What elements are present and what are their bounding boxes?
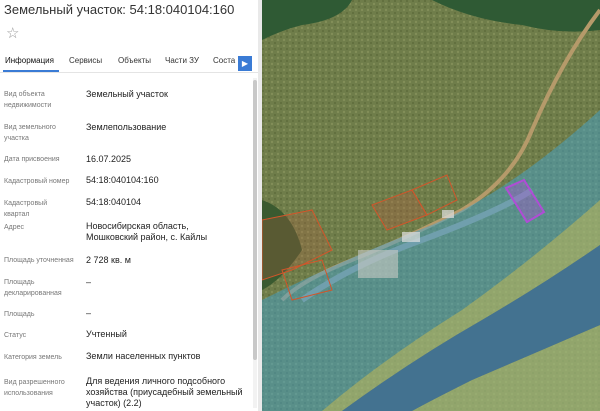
tab-services[interactable]: Сервисы [69, 56, 102, 65]
status-label: Статус [4, 332, 27, 339]
area-value: – [86, 308, 92, 318]
tab-objects[interactable]: Объекты [118, 56, 151, 65]
tab-bar: Информация Сервисы Объекты Части ЗУ Сост… [0, 54, 258, 72]
area-label: Площадь [4, 311, 35, 318]
page-title: Земельный участок: 54:18:040104:160 [4, 2, 235, 17]
date-label: Дата присвоения [4, 156, 60, 163]
satellite-map[interactable] [262, 0, 600, 411]
category-label: Категория земель [4, 354, 62, 361]
building [402, 232, 420, 242]
scrollbar-thumb[interactable] [253, 80, 257, 360]
date-value: 16.07.2025 [86, 154, 132, 164]
address-value: Новосибирская область, Мошковский район,… [86, 221, 208, 242]
building [442, 210, 454, 218]
cad-quarter-label: Кадастровый квартал [4, 200, 48, 218]
tabs-next-arrow-icon[interactable]: ▶ [238, 56, 252, 71]
star-icon[interactable]: ☆ [6, 24, 19, 42]
status-value: Учтенный [86, 329, 127, 339]
tabs-divider [0, 72, 258, 73]
permitted-use-value: Для ведения личного подсобного хозяйства… [86, 376, 243, 408]
area-spec-value: 2 728 кв. м [86, 255, 131, 265]
cad-number-label: Кадастровый номер [4, 178, 70, 185]
land-type-value: Землепользование [86, 122, 167, 132]
map-view[interactable] [262, 0, 600, 411]
building [358, 250, 398, 278]
address-label: Адрес [4, 224, 25, 231]
tab-composition[interactable]: Соста [213, 56, 235, 65]
object-type-value: Земельный участок [86, 89, 168, 99]
object-type-label: Вид объекта недвижимости [4, 91, 52, 109]
category-value: Земли населенных пунктов [86, 351, 201, 361]
tab-info[interactable]: Информация [5, 56, 54, 65]
info-panel: Земельный участок: 54:18:040104:160 ☆ Ин… [0, 0, 258, 411]
cad-quarter-value: 54:18:040104 [86, 197, 142, 207]
area-decl-label: Площадь декларированная [4, 279, 62, 297]
area-spec-label: Площадь уточненная [4, 257, 74, 264]
cad-number-value: 54:18:040104:160 [86, 175, 159, 185]
permitted-use-label: Вид разрешенного использования [4, 379, 65, 397]
area-decl-value: – [86, 277, 92, 287]
tab-parts[interactable]: Части ЗУ [165, 56, 199, 65]
land-type-label: Вид земельного участка [4, 124, 56, 142]
